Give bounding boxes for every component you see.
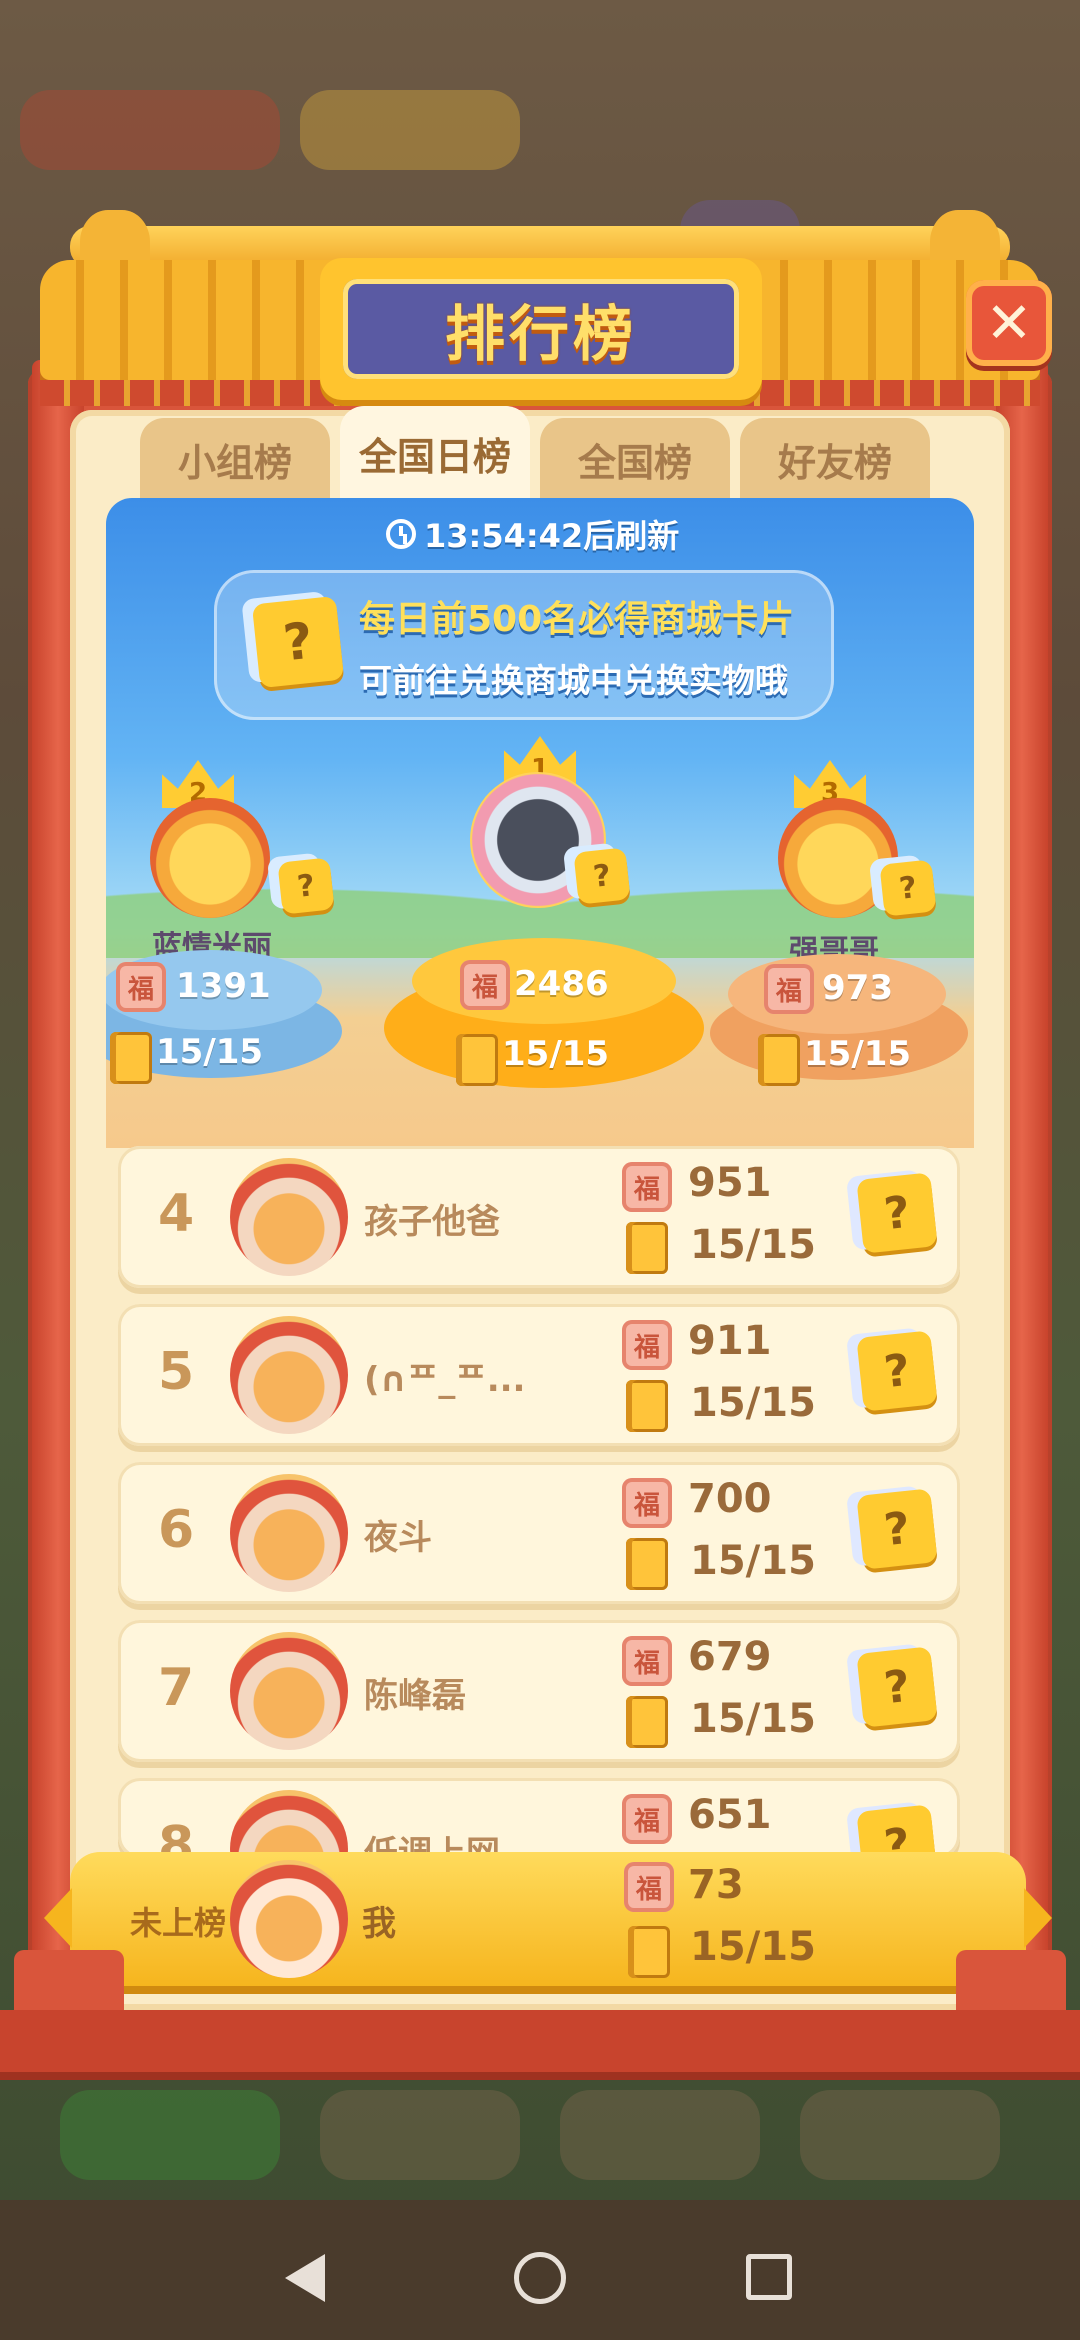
rank-3-cards: 15/15 [804, 1034, 912, 1074]
mystery-card-icon: ? [277, 857, 335, 915]
mystery-card-icon[interactable]: ? [856, 1488, 938, 1570]
mystery-card-icon: ? [251, 595, 345, 689]
player-name: 孩子他爸 [364, 1202, 500, 1242]
fu-icon: 福 [116, 962, 166, 1012]
avatar[interactable] [230, 1474, 348, 1592]
clock-icon [386, 519, 416, 549]
score: 911 [688, 1318, 772, 1364]
score: 951 [688, 1160, 772, 1206]
rank-2-score: 1391 [176, 966, 271, 1006]
tab-group[interactable]: 小组榜 [140, 418, 330, 500]
fu-icon: 福 [764, 964, 814, 1014]
close-button[interactable]: ✕ [966, 280, 1052, 366]
fu-icon: 福 [460, 960, 510, 1010]
fu-icon: 福 [624, 1862, 674, 1912]
avatar[interactable] [230, 1790, 348, 1858]
list-item[interactable]: 8 低调上网 福 651 ? [118, 1778, 960, 1858]
reward-notice: ? 每日前500名必得商城卡片 可前往兑换商城中兑换实物哦 [214, 570, 834, 720]
rank-number: 6 [158, 1500, 195, 1560]
frame-base [0, 2010, 1080, 2080]
player-name: 陈峰磊 [364, 1676, 466, 1716]
background-blob [300, 90, 520, 170]
player-name: 夜斗 [364, 1518, 432, 1558]
rank-3-avatar[interactable] [778, 798, 898, 918]
avatar[interactable] [230, 1316, 348, 1434]
background-blob [60, 2090, 280, 2180]
page-title: 排行榜 [445, 299, 637, 370]
card-count: 15/15 [690, 1380, 816, 1426]
my-card-count: 15/15 [690, 1924, 816, 1970]
title-plaque: 排行榜 [320, 258, 762, 400]
card-count: 15/15 [690, 1538, 816, 1584]
tab-bar: 小组榜 全国日榜 全国榜 好友榜 [140, 406, 940, 500]
back-icon[interactable] [285, 2254, 325, 2302]
background-blob [20, 90, 280, 170]
tab-national-daily[interactable]: 全国日榜 [340, 406, 530, 500]
fu-icon: 福 [622, 1478, 672, 1528]
book-icon [626, 1222, 668, 1274]
tab-friends[interactable]: 好友榜 [740, 418, 930, 500]
my-name: 我 [362, 1904, 396, 1944]
my-rank-bar[interactable]: 未上榜 我 福 73 15/15 [44, 1852, 1052, 1986]
rank-2-avatar[interactable] [150, 798, 270, 918]
fu-icon: 福 [622, 1636, 672, 1686]
notice-line-1: 每日前500名必得商城卡片 [359, 599, 795, 640]
score: 651 [688, 1792, 772, 1838]
tab-national[interactable]: 全国榜 [540, 418, 730, 500]
book-icon [758, 1034, 800, 1086]
avatar[interactable] [230, 1860, 348, 1978]
my-score: 73 [688, 1862, 744, 1908]
book-icon [456, 1034, 498, 1086]
card-count: 15/15 [690, 1696, 816, 1742]
fu-icon: 福 [622, 1162, 672, 1212]
book-icon [626, 1380, 668, 1432]
mystery-card-icon[interactable]: ? [856, 1646, 938, 1728]
refresh-timer: 13:54:42后刷新 [386, 512, 706, 556]
book-icon [626, 1696, 668, 1748]
home-icon[interactable] [514, 2252, 566, 2304]
rank-1-score: 2486 [514, 964, 609, 1004]
close-icon: ✕ [985, 290, 1033, 356]
background-blob [320, 2090, 520, 2180]
rank-number: 7 [158, 1658, 195, 1718]
mystery-card-icon: ? [879, 859, 937, 917]
recent-apps-icon[interactable] [746, 2254, 792, 2300]
fu-icon: 福 [622, 1794, 672, 1844]
book-icon [110, 1032, 152, 1084]
avatar[interactable] [230, 1158, 348, 1276]
book-icon [628, 1926, 670, 1978]
book-icon [626, 1538, 668, 1590]
top-three-banner: 13:54:42后刷新 ? 每日前500名必得商城卡片 可前往兑换商城中兑换实物… [106, 498, 974, 1148]
mystery-card-icon[interactable]: ? [856, 1804, 938, 1858]
rank-1-cards: 15/15 [502, 1034, 610, 1074]
background-blob [800, 2090, 1000, 2180]
rank-number: 4 [158, 1184, 195, 1244]
my-rank-label: 未上榜 [130, 1904, 227, 1942]
rank-number: 5 [158, 1342, 195, 1402]
player-name: (∩ᄑ_ᄑ... [364, 1360, 526, 1400]
mystery-card-icon: ? [573, 847, 631, 905]
rank-3-score: 973 [822, 968, 893, 1008]
list-item[interactable]: 4 孩子他爸 福 951 15/15 ? [118, 1146, 960, 1288]
score: 700 [688, 1476, 772, 1522]
notice-line-2: 可前往兑换商城中兑换实物哦 [359, 661, 788, 700]
rank-2-cards: 15/15 [156, 1032, 264, 1072]
background-blob [560, 2090, 760, 2180]
title-plaque-inner: 排行榜 [343, 279, 739, 379]
refresh-time-text: 13:54:42后刷新 [424, 517, 680, 555]
fu-icon: 福 [622, 1320, 672, 1370]
score: 679 [688, 1634, 772, 1680]
mystery-card-icon[interactable]: ? [856, 1172, 938, 1254]
list-item[interactable]: 5 (∩ᄑ_ᄑ... 福 911 15/15 ? [118, 1304, 960, 1446]
avatar[interactable] [230, 1632, 348, 1750]
mystery-card-icon[interactable]: ? [856, 1330, 938, 1412]
list-item[interactable]: 7 陈峰磊 福 679 15/15 ? [118, 1620, 960, 1762]
card-count: 15/15 [690, 1222, 816, 1268]
list-item[interactable]: 6 夜斗 福 700 15/15 ? [118, 1462, 960, 1604]
